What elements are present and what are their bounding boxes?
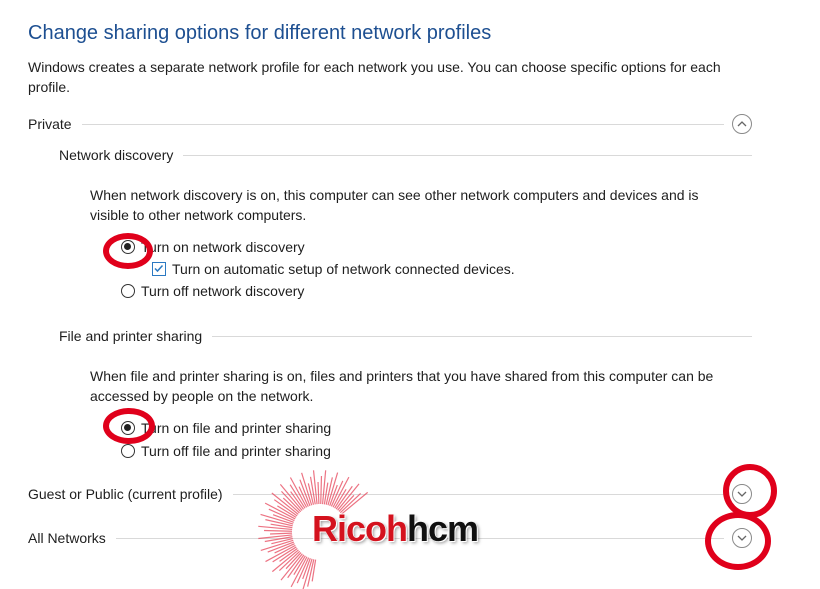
radio-unselected-icon[interactable] xyxy=(121,444,135,458)
watermark-part2: hcm xyxy=(407,508,479,549)
guest-public-label: Guest or Public (current profile) xyxy=(28,486,233,502)
burst-ray xyxy=(270,532,293,535)
network-discovery-header: Network discovery xyxy=(59,144,752,166)
divider xyxy=(183,154,752,156)
file-sharing-header: File and printer sharing xyxy=(59,325,752,347)
chevron-down-icon[interactable] xyxy=(732,528,752,548)
divider xyxy=(212,335,752,337)
private-label: Private xyxy=(28,116,82,132)
network-discovery-label: Network discovery xyxy=(59,147,184,163)
network-discovery-description: When network discovery is on, this compu… xyxy=(90,187,699,223)
file-sharing-label: File and printer sharing xyxy=(59,328,213,344)
file-sharing-description: When file and printer sharing is on, fil… xyxy=(90,368,714,404)
radio-selected-icon[interactable] xyxy=(121,421,135,435)
auto-setup-label: Turn on automatic setup of network conne… xyxy=(172,261,515,277)
network-discovery-off-radio[interactable]: Turn off network discovery xyxy=(121,283,304,299)
burst-ray xyxy=(264,529,293,532)
burst-ray xyxy=(320,476,323,505)
all-networks-label: All Networks xyxy=(28,530,116,546)
file-sharing-on-radio[interactable]: Turn on file and printer sharing xyxy=(121,420,331,436)
auto-setup-checkbox[interactable]: Turn on automatic setup of network conne… xyxy=(152,261,515,277)
network-discovery-on-radio[interactable]: Turn on network discovery xyxy=(121,239,305,255)
file-sharing-off-label: Turn off file and printer sharing xyxy=(141,443,331,459)
intro-text: Windows creates a separate network profi… xyxy=(28,59,721,95)
page-title: Change sharing options for different net… xyxy=(28,22,492,44)
burst-ray xyxy=(317,482,320,505)
watermark-part1: Ricoh xyxy=(312,508,408,549)
chevron-down-icon[interactable] xyxy=(732,484,752,504)
watermark-logo: Ricohhcm xyxy=(312,508,479,550)
file-sharing-on-label: Turn on file and printer sharing xyxy=(141,420,332,436)
chevron-up-icon[interactable] xyxy=(732,114,752,134)
network-discovery-on-label: Turn on network discovery xyxy=(141,239,305,255)
radio-unselected-icon[interactable] xyxy=(121,284,135,298)
checkbox-checked-icon[interactable] xyxy=(152,262,166,276)
network-discovery-off-label: Turn off network discovery xyxy=(141,283,305,299)
radio-selected-icon[interactable] xyxy=(121,240,135,254)
file-sharing-off-radio[interactable]: Turn off file and printer sharing xyxy=(121,443,331,459)
divider xyxy=(81,123,724,125)
private-section-header[interactable]: Private xyxy=(28,113,752,135)
